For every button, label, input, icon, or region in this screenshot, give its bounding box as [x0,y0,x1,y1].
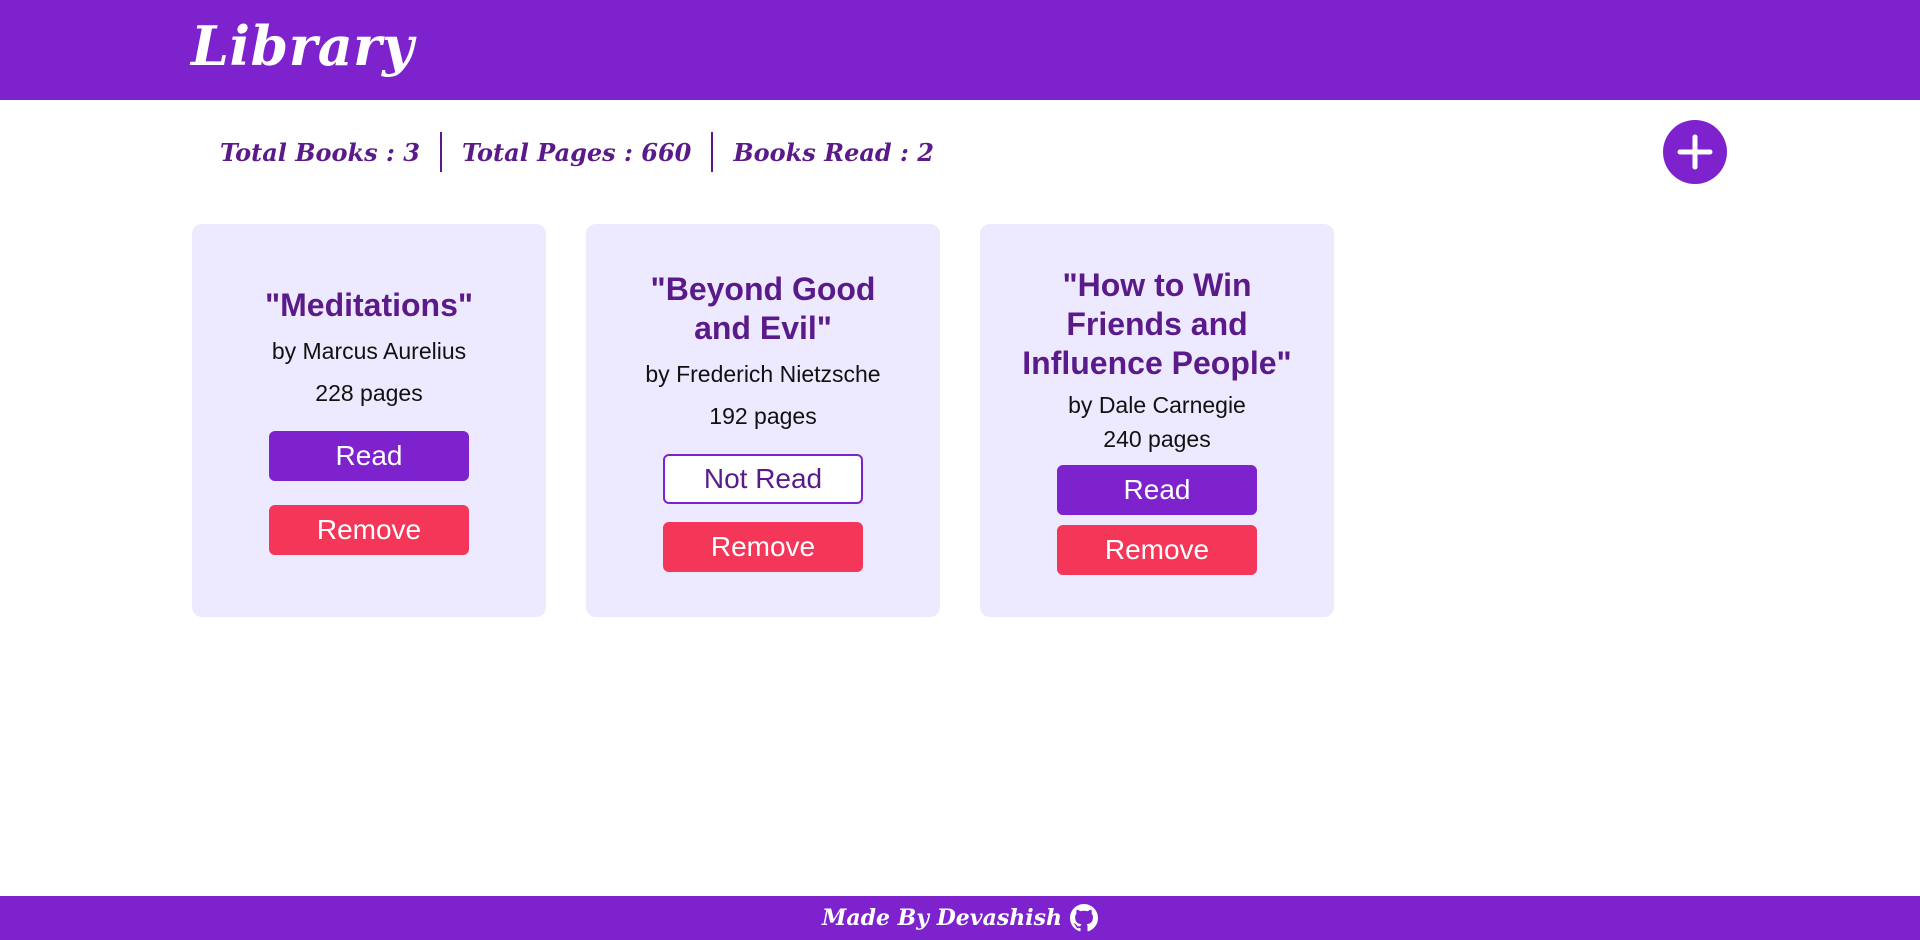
book-title: "Meditations" [264,287,474,323]
book-card: "How to Win Friends and Influence People… [980,224,1334,617]
stats-bar: Total Books : 3 Total Pages : 660 Books … [200,128,954,176]
read-status-button[interactable]: Not Read [663,453,863,504]
remove-button[interactable]: Remove [663,521,863,572]
read-status-button[interactable]: Read [269,431,469,481]
total-books-stat: Total Books : 3 [220,137,420,167]
read-status-button[interactable]: Read [1057,465,1257,515]
plus-icon [1677,134,1713,170]
github-link[interactable] [1069,904,1098,932]
app-header: Library [0,0,1920,100]
book-pages: 192 pages [709,402,817,429]
total-pages-stat: Total Pages : 660 [461,137,692,167]
book-card: "Beyond Good and Evil" by Frederich Niet… [586,224,940,617]
remove-button[interactable]: Remove [269,505,469,555]
book-pages: 228 pages [315,380,423,406]
book-grid: "Meditations" by Marcus Aurelius 228 pag… [192,224,1334,617]
book-title: "How to Win Friends and Influence People… [1022,267,1292,381]
remove-button[interactable]: Remove [1057,525,1257,575]
book-card: "Meditations" by Marcus Aurelius 228 pag… [192,224,546,617]
github-icon [1069,904,1098,932]
app-footer: Made By Devashish [0,896,1920,940]
book-author: by Frederich Nietzsche [645,360,881,387]
book-author: by Dale Carnegie [1068,392,1246,418]
app-title: Library [191,14,415,78]
add-book-button[interactable] [1663,120,1727,184]
book-pages: 240 pages [1103,426,1211,452]
book-title: "Beyond Good and Evil" [650,270,876,346]
book-author: by Marcus Aurelius [271,338,467,364]
books-read-stat: Books Read : 2 [733,137,934,167]
footer-credit: Made By Devashish [822,905,1062,931]
